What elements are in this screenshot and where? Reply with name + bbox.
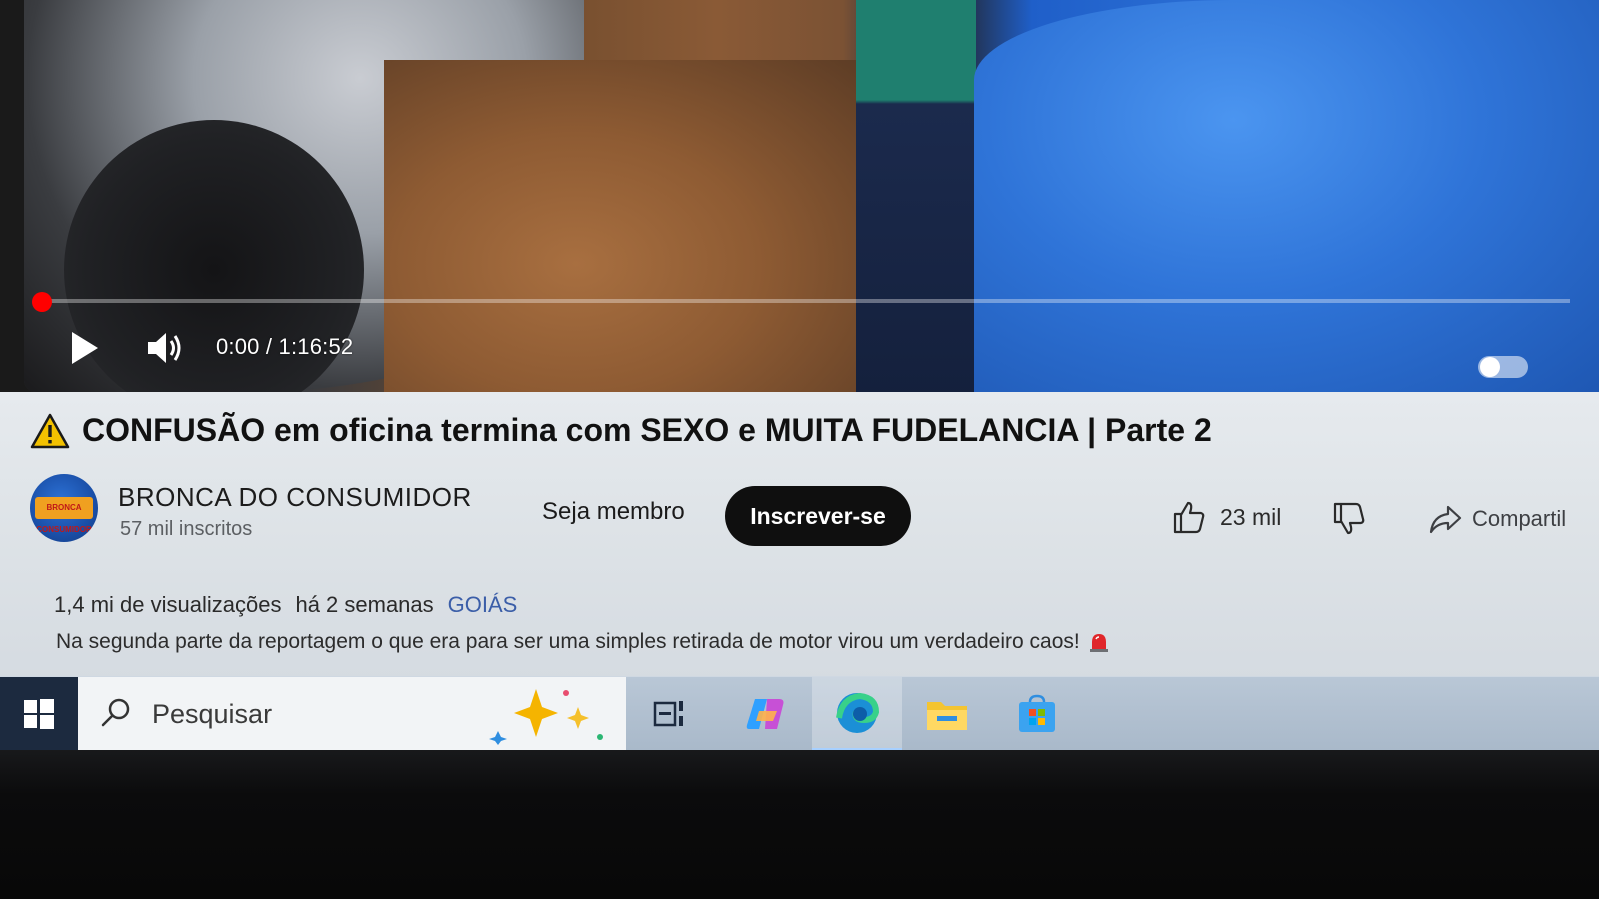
video-title: CONFUSÃO em oficina termina com SEXO e M… [82,412,1212,448]
description-text: Na segunda parte da reportagem o que era… [56,630,1080,653]
dislike-button[interactable] [1332,502,1366,536]
windows-start-icon [24,699,54,729]
video-scene-person-blue-shirt [974,0,1599,392]
copilot-button[interactable] [722,677,812,751]
copilot-icon [746,699,784,729]
file-explorer-icon [927,702,967,730]
channel-logo: BRONCA CONSUMIDOR [35,497,93,534]
join-button[interactable]: Seja membro [520,490,707,534]
video-description[interactable]: Na segunda parte da reportagem o que era… [56,630,1110,654]
thumbs-up-icon [1173,501,1205,534]
hashtag-link[interactable]: GOIÁS [448,592,518,618]
taskbar-search-box[interactable]: Pesquisar [78,677,626,751]
file-explorer-button[interactable] [902,677,992,751]
like-button[interactable]: 23 mil [1172,500,1281,534]
task-view-button[interactable] [626,677,716,751]
volume-button[interactable] [146,330,184,366]
search-icon [101,698,130,727]
video-scene-person [856,0,976,392]
start-button[interactable] [0,677,78,751]
subscribe-button[interactable]: Inscrever-se [725,486,911,546]
edge-button[interactable] [812,677,902,751]
progress-scrubber-handle[interactable] [32,292,52,312]
progress-bar[interactable] [40,299,1570,303]
task-view-icon [653,701,683,727]
taskbar: Pesquisar [0,676,1599,751]
search-placeholder: Pesquisar [152,699,273,729]
view-count: 1,4 mi de visualizações [54,592,282,617]
video-metadata[interactable]: 1,4 mi de visualizações há 2 semanas GOI… [54,592,517,618]
edge-icon [836,692,880,733]
subscriber-count: 57 mil inscritos [120,518,253,540]
warning-icon [30,413,70,448]
video-scene-ground [384,60,864,392]
volume-icon [148,333,181,363]
autoplay-toggle-knob [1480,357,1500,377]
channel-avatar[interactable]: BRONCA CONSUMIDOR [30,474,98,542]
video-info-panel: CONFUSÃO em oficina termina com SEXO e M… [0,392,1599,680]
share-icon [1429,505,1462,534]
upload-age: há 2 semanas [295,592,434,617]
thumbs-down-icon [1333,502,1365,535]
microsoft-store-button[interactable] [992,677,1082,751]
monitor-bezel [0,750,1599,899]
play-button[interactable] [68,330,102,366]
microsoft-store-icon [1019,694,1055,732]
copilot-sparkle-icon[interactable] [488,685,608,745]
channel-name[interactable]: BRONCA DO CONSUMIDOR [118,482,472,513]
time-display: 0:00 / 1:16:52 [216,334,354,359]
like-count: 23 mil [1220,503,1282,530]
play-icon [72,332,98,364]
siren-icon [1089,634,1108,652]
share-button[interactable]: Compartil [1428,504,1599,534]
share-label: Compartil [1472,506,1567,531]
title-row: CONFUSÃO em oficina termina com SEXO e M… [30,412,1212,449]
video-player[interactable]: 0:00 / 1:16:52 [0,0,1599,400]
autoplay-toggle[interactable] [1478,356,1528,378]
